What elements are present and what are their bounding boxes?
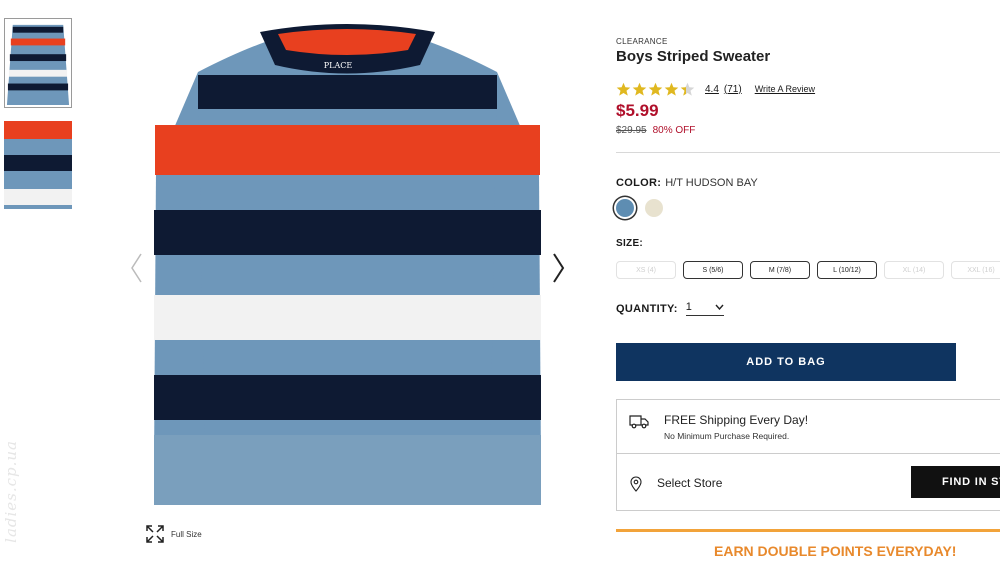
shipping-title: FREE Shipping Every Day! bbox=[664, 413, 809, 427]
product-title: Boys Striped Sweater bbox=[616, 48, 771, 65]
size-option-xl[interactable]: XL (14) bbox=[884, 261, 944, 279]
promo-divider bbox=[616, 529, 1000, 532]
rating-stars bbox=[616, 82, 695, 97]
star-icon bbox=[632, 82, 647, 96]
size-option-l[interactable]: L (10/12) bbox=[817, 261, 877, 279]
size-option-xs[interactable]: XS (4) bbox=[616, 261, 676, 279]
sale-price: $5.99 bbox=[616, 101, 659, 120]
find-in-store-button[interactable]: FIND IN STORE bbox=[911, 466, 1000, 498]
product-details-panel: CLEARANCE Boys Striped Sweater 4.4 (71) … bbox=[616, 0, 1000, 564]
size-options: XS (4) S (5/6) M (7/8) L (10/12) XL (14)… bbox=[616, 261, 1000, 279]
chevron-left-icon bbox=[131, 253, 142, 283]
divider bbox=[617, 453, 1000, 454]
color-swatch-hudson-bay[interactable] bbox=[616, 199, 634, 217]
quantity-value: 1 bbox=[685, 301, 692, 313]
location-pin-icon bbox=[630, 476, 642, 492]
expand-icon bbox=[146, 525, 164, 543]
chevron-right-icon bbox=[553, 253, 565, 283]
promo-banner: EARN DOUBLE POINTS EVERYDAY! bbox=[714, 543, 957, 559]
full-size-label: Full Size bbox=[171, 529, 202, 539]
size-option-m[interactable]: M (7/8) bbox=[750, 261, 810, 279]
chevron-down-icon bbox=[715, 304, 724, 310]
thumbnail-detail-image bbox=[4, 121, 72, 209]
color-row: COLOR: H/T HUDSON BAY bbox=[616, 177, 758, 189]
add-to-bag-button[interactable]: ADD TO BAG bbox=[616, 343, 956, 381]
product-image: PLACE bbox=[150, 20, 545, 510]
color-label: COLOR: bbox=[616, 177, 662, 189]
fulfillment-box: FREE Shipping Every Day! No Minimum Purc… bbox=[616, 399, 1000, 511]
star-icon bbox=[648, 82, 663, 96]
size-option-s[interactable]: S (5/6) bbox=[683, 261, 743, 279]
discount-label: 80% OFF bbox=[652, 125, 696, 136]
previous-image-arrow[interactable] bbox=[127, 248, 147, 288]
full-size-button[interactable]: Full Size bbox=[145, 524, 202, 544]
quantity-row: QUANTITY: 1 bbox=[616, 301, 724, 316]
star-icon bbox=[664, 82, 679, 96]
write-review-link[interactable]: Write A Review bbox=[755, 84, 815, 94]
select-store-link[interactable]: Select Store bbox=[657, 476, 722, 490]
sweater-illustration: PLACE bbox=[154, 24, 541, 505]
color-swatch-cream[interactable] bbox=[645, 199, 663, 217]
clearance-badge: CLEARANCE bbox=[616, 37, 668, 46]
size-option-xxl[interactable]: XXL (16) bbox=[951, 261, 1000, 279]
original-price-row: $29.95 80% OFF bbox=[616, 125, 695, 136]
thumbnail-front[interactable] bbox=[4, 18, 72, 108]
size-label: SIZE: bbox=[616, 238, 644, 249]
thumbnail-front-image bbox=[5, 19, 71, 107]
review-count[interactable]: (71) bbox=[724, 84, 742, 95]
star-icon bbox=[616, 82, 631, 96]
original-price: $29.95 bbox=[616, 125, 647, 136]
rating-row: 4.4 (71) Write A Review bbox=[616, 80, 815, 98]
thumbnail-detail[interactable] bbox=[4, 121, 72, 209]
quantity-select[interactable]: 1 bbox=[685, 301, 724, 316]
next-image-arrow[interactable] bbox=[548, 248, 568, 288]
rating-value[interactable]: 4.4 bbox=[705, 84, 719, 95]
divider bbox=[616, 152, 1000, 153]
watermark: ladies.cp.ua bbox=[2, 440, 20, 543]
truck-icon bbox=[629, 415, 649, 429]
brand-tag: PLACE bbox=[324, 61, 353, 70]
star-icon bbox=[680, 82, 695, 96]
shipping-subtitle: No Minimum Purchase Required. bbox=[664, 431, 790, 441]
color-value: H/T HUDSON BAY bbox=[665, 177, 758, 189]
quantity-label: QUANTITY: bbox=[616, 302, 678, 315]
